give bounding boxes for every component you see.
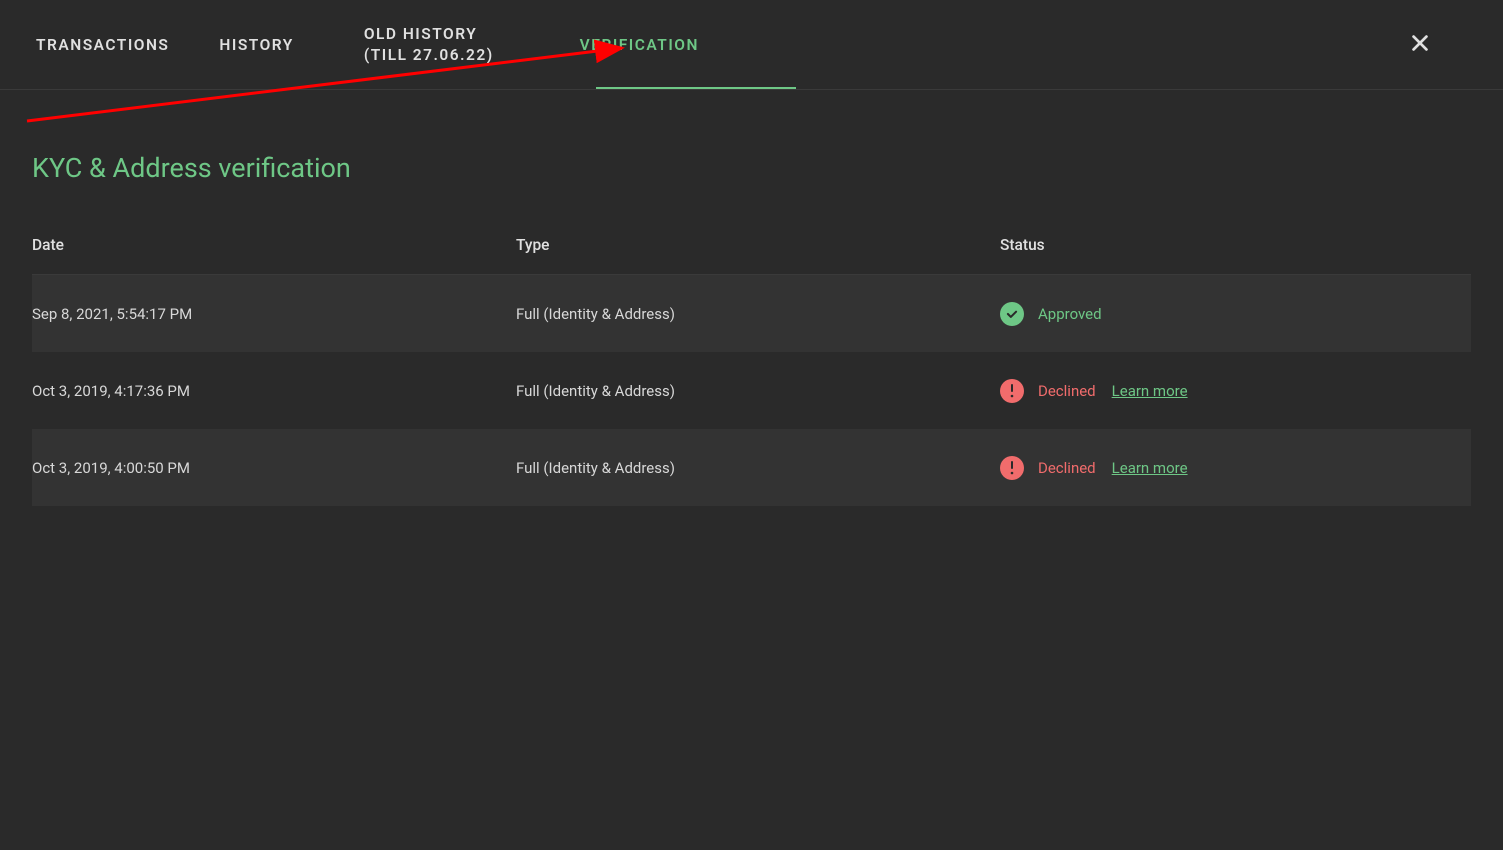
table-row: Oct 3, 2019, 4:00:50 PM Full (Identity &…: [32, 429, 1471, 506]
cell-type: Full (Identity & Address): [516, 382, 1000, 400]
tab-history[interactable]: HISTORY: [219, 0, 363, 90]
status-text: Approved: [1038, 305, 1102, 323]
table-header: Date Type Status: [32, 236, 1471, 275]
cell-type: Full (Identity & Address): [516, 305, 1000, 323]
tab-active-underline: [596, 87, 796, 89]
cell-status: Declined Learn more: [1000, 456, 1471, 480]
learn-more-link[interactable]: Learn more: [1112, 459, 1188, 477]
cell-status: Declined Learn more: [1000, 379, 1471, 403]
close-icon: [1409, 32, 1431, 54]
alert-icon: [1000, 456, 1024, 480]
cell-type: Full (Identity & Address): [516, 459, 1000, 477]
tab-transactions[interactable]: TRANSACTIONS: [36, 0, 219, 90]
cell-date: Oct 3, 2019, 4:17:36 PM: [32, 382, 516, 400]
tab-label-multiline: OLD HISTORY (TILL 27.06.22): [364, 24, 494, 64]
content-area: KYC & Address verification Date Type Sta…: [0, 90, 1503, 506]
page-title: KYC & Address verification: [32, 152, 1471, 184]
cell-status: Approved: [1000, 302, 1471, 326]
table-row: Sep 8, 2021, 5:54:17 PM Full (Identity &…: [32, 275, 1471, 352]
tab-verification[interactable]: VERIFICATION: [530, 0, 749, 90]
column-header-type: Type: [516, 236, 1000, 254]
tab-label: HISTORY: [219, 36, 293, 54]
check-icon: [1000, 302, 1024, 326]
alert-icon: [1000, 379, 1024, 403]
tab-label: VERIFICATION: [580, 36, 699, 54]
tab-label-line2: (TILL 27.06.22): [364, 45, 494, 65]
column-header-status: Status: [1000, 236, 1471, 254]
cell-date: Oct 3, 2019, 4:00:50 PM: [32, 459, 516, 477]
close-button[interactable]: [1409, 32, 1431, 58]
status-text: Declined: [1038, 459, 1096, 477]
cell-date: Sep 8, 2021, 5:54:17 PM: [32, 305, 516, 323]
tab-label: TRANSACTIONS: [36, 36, 169, 54]
status-text: Declined: [1038, 382, 1096, 400]
tab-bar: TRANSACTIONS HISTORY OLD HISTORY (TILL 2…: [0, 0, 1503, 90]
column-header-date: Date: [32, 236, 516, 254]
table-row: Oct 3, 2019, 4:17:36 PM Full (Identity &…: [32, 352, 1471, 429]
tab-old-history[interactable]: OLD HISTORY (TILL 27.06.22): [364, 0, 544, 90]
learn-more-link[interactable]: Learn more: [1112, 382, 1188, 400]
tab-label-line1: OLD HISTORY: [364, 24, 494, 44]
